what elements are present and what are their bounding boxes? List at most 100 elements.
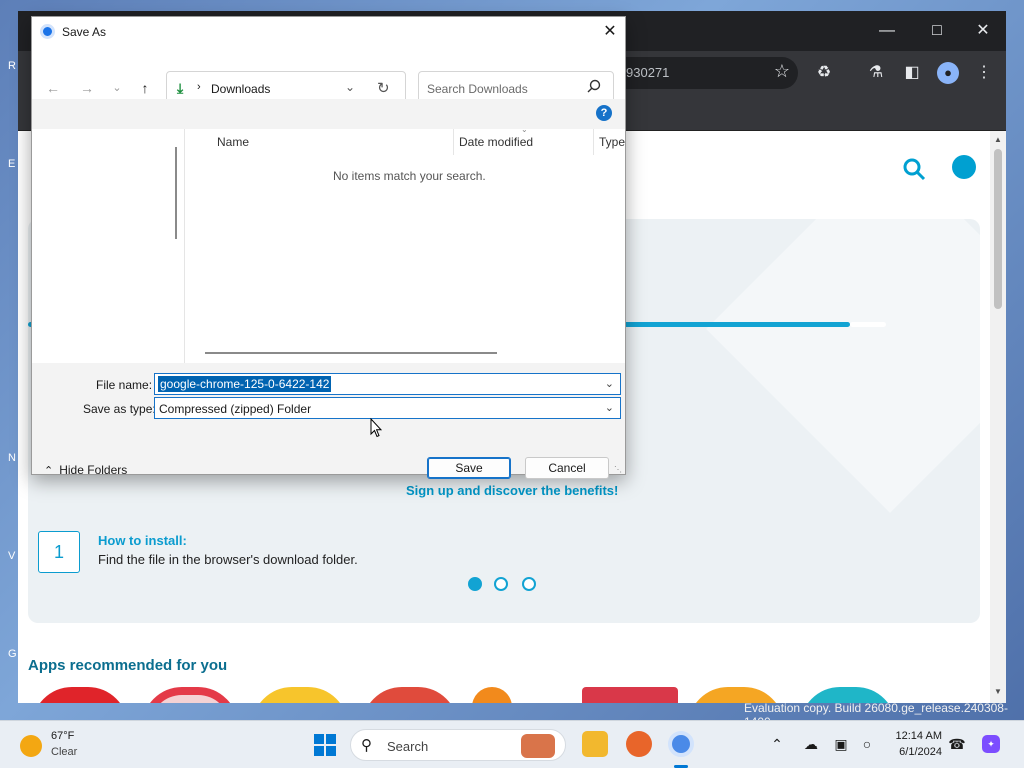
- clock-time[interactable]: 12:14 AM: [888, 730, 942, 742]
- page-search-icon[interactable]: [902, 157, 926, 181]
- download-progress-remaining: [850, 322, 886, 327]
- start-tile: [326, 746, 336, 756]
- taskbar: 67°F Clear ⚲ Search ⌃ ☁ ▣ ○ 12:14 AM 6/1…: [0, 720, 1024, 768]
- scrollbar-thumb[interactable]: [994, 149, 1002, 309]
- column-type[interactable]: Type: [599, 135, 625, 155]
- breadcrumb-chevron-icon[interactable]: ›: [197, 81, 201, 93]
- chrome-icon[interactable]: [668, 731, 694, 757]
- address-dropdown-icon[interactable]: ⌄: [345, 80, 355, 94]
- app-tile-icon[interactable]: [32, 687, 128, 703]
- navigation-pane[interactable]: [32, 129, 184, 363]
- profile-avatar-icon[interactable]: ●: [937, 62, 959, 84]
- navigation-scrollbar[interactable]: [175, 147, 177, 239]
- resize-grip-icon[interactable]: ⋱: [614, 465, 622, 474]
- file-explorer-icon[interactable]: [582, 731, 608, 757]
- horizontal-scrollbar[interactable]: [205, 352, 497, 354]
- weather-temperature[interactable]: 67°F: [51, 730, 74, 742]
- tray-chevron-up-icon[interactable]: ⌃: [768, 735, 786, 753]
- mouse-cursor-icon: [370, 418, 382, 438]
- app-tile-icon[interactable]: [252, 687, 348, 703]
- step-number-box: 1: [38, 531, 80, 573]
- refresh-icon[interactable]: ↻: [377, 79, 390, 97]
- file-list: Name ⌄ Date modified Type No items match…: [184, 125, 625, 363]
- desktop-icon-fragment[interactable]: N: [8, 452, 18, 466]
- page-scrollbar[interactable]: ▲ ▼: [990, 131, 1006, 703]
- scroll-down-icon[interactable]: ▼: [994, 687, 1002, 696]
- carousel-dot[interactable]: [468, 577, 482, 591]
- save-button[interactable]: Save: [427, 457, 511, 479]
- download-folder-icon: ⤓: [177, 80, 184, 96]
- signup-link[interactable]: Sign up and discover the benefits!: [406, 483, 618, 498]
- copilot-icon[interactable]: ✦: [982, 735, 1000, 753]
- file-name-label: File name:: [96, 378, 153, 392]
- network-icon[interactable]: ○: [858, 735, 876, 753]
- save-type-label: Save as type:: [83, 402, 156, 416]
- dialog-close-icon[interactable]: ✕: [598, 20, 622, 44]
- save-type-select[interactable]: Compressed (zipped) Folder ⌄: [154, 397, 621, 419]
- sort-indicator-icon: ⌄: [521, 125, 528, 134]
- help-icon[interactable]: ?: [596, 105, 612, 121]
- chrome-logo-icon: [40, 24, 55, 39]
- display-icon[interactable]: ▣: [832, 735, 850, 753]
- search-icon: [587, 79, 601, 93]
- app-tile-icon[interactable]: [142, 687, 238, 703]
- labs-flask-icon[interactable]: ⚗: [864, 61, 888, 85]
- column-name[interactable]: Name: [217, 135, 249, 155]
- hide-folders-button[interactable]: ⌃ Hide Folders: [44, 463, 127, 477]
- close-window-icon[interactable]: ✕: [968, 19, 998, 43]
- taskbar-search-box[interactable]: ⚲ Search: [350, 729, 566, 761]
- column-date-modified[interactable]: Date modified: [459, 135, 533, 155]
- hero-decoration: [706, 219, 980, 513]
- file-name-field[interactable]: google-chrome-125-0-6422-142 ⌄: [154, 373, 621, 395]
- recent-locations-chevron-icon[interactable]: ⌄: [106, 77, 128, 99]
- carousel-dot[interactable]: [494, 577, 508, 591]
- menu-kebab-icon[interactable]: ⋮: [972, 61, 996, 85]
- notification-bell-icon[interactable]: ☎: [948, 735, 966, 753]
- column-separator[interactable]: [453, 129, 454, 155]
- up-arrow-icon[interactable]: ↑: [134, 77, 156, 99]
- back-arrow-icon[interactable]: ←: [42, 77, 64, 99]
- start-windows-icon[interactable]: [314, 734, 336, 756]
- app-tile-icon[interactable]: [582, 687, 678, 703]
- dialog-form-area: File name: google-chrome-125-0-6422-142 …: [32, 363, 625, 479]
- desktop-icon-fragment[interactable]: R: [8, 60, 18, 74]
- desktop-icon-fragment[interactable]: G: [8, 648, 18, 662]
- weather-condition[interactable]: Clear: [51, 746, 77, 758]
- omnibox-text: 930271: [626, 65, 670, 80]
- app-tile-icon[interactable]: [472, 687, 512, 703]
- minimize-icon[interactable]: —: [872, 19, 902, 43]
- step-description: Find the file in the browser's download …: [98, 552, 358, 567]
- start-tile: [326, 734, 336, 744]
- chevron-up-icon: ⌃: [44, 465, 54, 477]
- file-name-dropdown-icon[interactable]: ⌄: [605, 377, 614, 390]
- side-panel-icon[interactable]: ◧: [900, 61, 924, 85]
- forward-arrow-icon[interactable]: →: [76, 77, 98, 99]
- bookmark-star-icon[interactable]: ☆: [774, 61, 790, 82]
- dialog-command-bar: ?: [32, 99, 625, 129]
- desktop-icon-fragment[interactable]: V: [8, 550, 18, 564]
- empty-list-message: No items match your search.: [333, 169, 486, 183]
- app-tile-icon[interactable]: [362, 687, 458, 703]
- search-placeholder: Search Downloads: [427, 82, 528, 96]
- column-separator[interactable]: [593, 129, 594, 155]
- scroll-up-icon[interactable]: ▲: [994, 135, 1002, 144]
- onedrive-cloud-icon[interactable]: ☁: [802, 735, 820, 753]
- page-account-icon[interactable]: [952, 155, 976, 179]
- cancel-button[interactable]: Cancel: [525, 457, 609, 479]
- taskbar-search-label: Search: [387, 739, 429, 754]
- weather-moon-icon[interactable]: [20, 735, 42, 757]
- hide-folders-label: Hide Folders: [59, 463, 128, 477]
- clock-date[interactable]: 6/1/2024: [888, 746, 942, 758]
- carousel-dot[interactable]: [522, 577, 536, 591]
- search-icon: ⚲: [361, 737, 372, 754]
- desktop-icon-fragment[interactable]: E: [8, 158, 18, 172]
- extensions-icon[interactable]: ♻: [812, 61, 836, 85]
- save-as-dialog: Save As ✕ ← → ⌄ ↑ ⤓ › Downloads ⌄ ↻ Sear…: [31, 16, 626, 479]
- dialog-titlebar: Save As ✕: [32, 17, 625, 47]
- firefox-icon[interactable]: [626, 731, 652, 757]
- maximize-icon[interactable]: □: [922, 19, 952, 43]
- save-type-dropdown-icon[interactable]: ⌄: [605, 401, 614, 414]
- breadcrumb-location[interactable]: Downloads: [211, 82, 270, 96]
- step-title: How to install:: [98, 533, 187, 548]
- desktop-edge: R E N V G: [0, 0, 18, 720]
